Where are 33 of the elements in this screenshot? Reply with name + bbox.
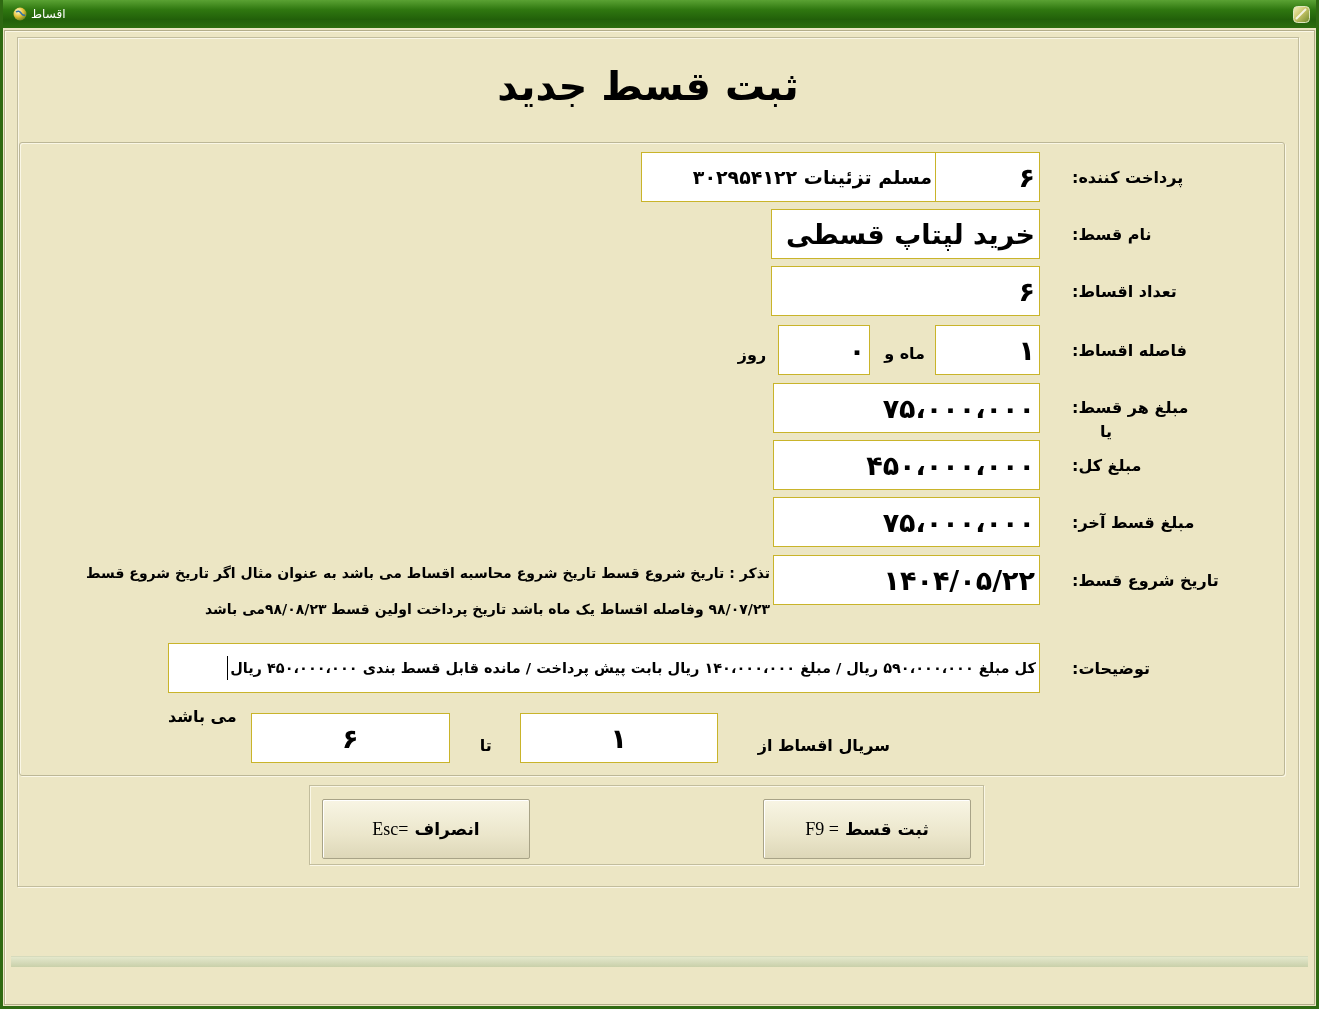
window-title: اقساط bbox=[31, 6, 66, 22]
note-text: تذکر : تاریخ شروع قسط تاریخ شروع محاسبه اقساط می باشد به عنوان مثال اگر تاریخ شروع قسط ۹۸/۰۷/۲۳ وفاصله اقساط یک ماه باشد تاریخ پرداخت اولین قسط ۹۸/۰۸/۲۳می باشد bbox=[86, 564, 770, 620]
unit-label: می باشد bbox=[168, 707, 237, 726]
unit-label: روز bbox=[737, 344, 767, 364]
field-label: سریال اقساط از bbox=[757, 736, 890, 755]
input-field[interactable]: مسلم تزئینات ۳۰۲۹۵۴۱۲۲ bbox=[641, 152, 936, 202]
field-label: تعداد اقساط: bbox=[1072, 281, 1177, 301]
field-label: مبلغ قسط آخر: bbox=[1072, 512, 1195, 532]
globe-icon bbox=[13, 7, 27, 21]
input-field[interactable]: ۰ bbox=[778, 325, 871, 375]
input-field[interactable]: ۴۵۰،۰۰۰،۰۰۰ bbox=[773, 440, 1040, 490]
field-label: مبلغ هر قسط: bbox=[1072, 397, 1189, 419]
input-field[interactable]: ۷۵،۰۰۰،۰۰۰ bbox=[773, 497, 1040, 547]
input-field[interactable]: ۶ bbox=[935, 152, 1040, 202]
input-field[interactable]: ۶ bbox=[250, 713, 450, 763]
input-field[interactable]: ۱ bbox=[519, 713, 718, 763]
field-label: توضیحات: bbox=[1072, 658, 1151, 678]
description-field[interactable]: کل مبلغ ۵۹۰،۰۰۰،۰۰۰ ریال / مبلغ ۱۴۰،۰۰۰،۰۰۰ ریال بابت پیش پرداخت / مانده قابل قسط بندی ۴۵۰،۰۰۰،۰۰۰ ریال bbox=[168, 643, 1040, 693]
input-field[interactable]: ۶ bbox=[771, 266, 1040, 316]
form-title: ثبت قسط جدید bbox=[497, 62, 799, 111]
unit-label: تا bbox=[479, 736, 492, 755]
input-field[interactable]: ۱۴۰۴/۰۵/۲۲ bbox=[773, 555, 1040, 605]
or-text: یا bbox=[1100, 423, 1112, 441]
field-label: مبلغ کل: bbox=[1072, 455, 1142, 475]
glossy-tile-icon[interactable] bbox=[1293, 5, 1310, 23]
field-label: نام قسط: bbox=[1072, 224, 1152, 244]
unit-label: ماه و bbox=[884, 343, 925, 363]
input-field[interactable]: ۱ bbox=[935, 325, 1040, 375]
input-field[interactable]: خرید لپتاپ قسطی bbox=[771, 209, 1040, 259]
input-field[interactable]: ۷۵،۰۰۰،۰۰۰ bbox=[773, 383, 1040, 433]
field-label: تاریخ شروع قسط: bbox=[1072, 570, 1219, 590]
field-label: پرداخت کننده: bbox=[1072, 167, 1184, 187]
field-label: فاصله اقساط: bbox=[1072, 340, 1187, 360]
